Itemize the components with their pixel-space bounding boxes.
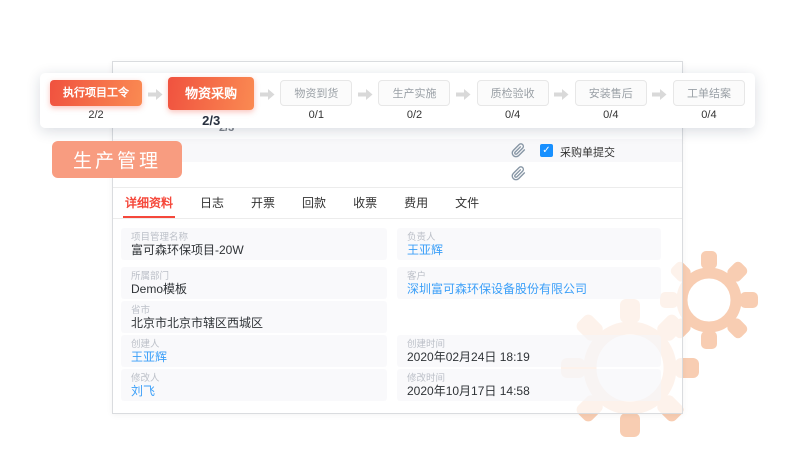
step-button[interactable]: 物资采购 — [168, 77, 254, 110]
step-count: 2/2 — [88, 109, 103, 121]
step-installation-aftersales[interactable]: 安装售后 0/4 — [575, 80, 647, 121]
step-count: 0/4 — [701, 109, 716, 121]
step-count: 0/4 — [603, 109, 618, 121]
field-label: 创建人 — [131, 339, 377, 350]
arrow-right-icon — [148, 88, 163, 106]
attachment-row: 采购单提交 — [113, 139, 682, 162]
step-count: 0/2 — [407, 109, 422, 121]
step-button[interactable]: 生产实施 — [378, 80, 450, 106]
field-label: 修改人 — [131, 373, 377, 384]
modifier-link[interactable]: 刘飞 — [131, 384, 377, 399]
field-project-name: 项目管理名称 富可森环保项目-20W — [121, 228, 387, 260]
step-material-purchase[interactable]: 物资采购 2/3 — [168, 77, 254, 128]
field-label: 所属部门 — [131, 271, 377, 282]
arrow-right-icon — [554, 88, 569, 106]
tab-bar: 详细资料 日志 开票 回款 收票 费用 文件 — [113, 188, 682, 219]
field-label: 项目管理名称 — [131, 232, 377, 243]
tab-payment[interactable]: 回款 — [300, 188, 328, 218]
field-label: 创建时间 — [407, 339, 651, 350]
tab-details[interactable]: 详细资料 — [123, 188, 175, 218]
step-button[interactable]: 质检验收 — [477, 80, 549, 106]
arrow-right-icon — [260, 88, 275, 106]
tab-log[interactable]: 日志 — [198, 188, 226, 218]
arrow-right-icon — [358, 88, 373, 106]
field-value: Demo模板 — [131, 282, 377, 297]
step-button[interactable]: 工单结案 — [673, 80, 745, 106]
tab-receipt[interactable]: 收票 — [351, 188, 379, 218]
paperclip-icon[interactable] — [511, 166, 526, 181]
field-value: 富可森环保项目-20W — [131, 243, 377, 258]
field-value: 2020年10月17日 14:58 — [407, 384, 651, 399]
paperclip-icon[interactable] — [511, 143, 526, 158]
field-created-time: 创建时间 2020年02月24日 18:19 — [397, 335, 661, 367]
step-button[interactable]: 物资到货 — [280, 80, 352, 106]
field-region: 省市 北京市北京市辖区西城区 — [121, 301, 387, 333]
production-management-badge: 生产管理 — [52, 141, 182, 178]
step-material-arrival[interactable]: 物资到货 0/1 — [280, 80, 352, 121]
step-count: 0/4 — [505, 109, 520, 121]
customer-link[interactable]: 深圳富可森环保设备股份有限公司 — [407, 282, 651, 297]
field-value: 2020年02月24日 18:19 — [407, 350, 651, 365]
step-button[interactable]: 执行项目工令 — [50, 80, 142, 106]
arrow-right-icon — [456, 88, 471, 106]
tab-invoice[interactable]: 开票 — [249, 188, 277, 218]
field-owner: 负责人 王亚辉 — [397, 228, 661, 260]
field-department: 所属部门 Demo模板 — [121, 267, 387, 299]
step-execute-work-order[interactable]: 执行项目工令 2/2 — [50, 80, 142, 121]
field-label: 负责人 — [407, 232, 651, 243]
step-count: 2/3 — [202, 113, 220, 128]
tab-files[interactable]: 文件 — [453, 188, 481, 218]
creator-link[interactable]: 王亚辉 — [131, 350, 377, 365]
step-button[interactable]: 安装售后 — [575, 80, 647, 106]
step-count: 0/1 — [309, 109, 324, 121]
field-label: 修改时间 — [407, 373, 651, 384]
step-production[interactable]: 生产实施 0/2 — [378, 80, 450, 121]
purchase-submit-label: 采购单提交 — [560, 144, 615, 160]
step-quality-inspection[interactable]: 质检验收 0/4 — [477, 80, 549, 121]
purchase-submit-checkbox[interactable] — [540, 144, 553, 157]
arrow-right-icon — [652, 88, 667, 106]
attachment-row — [113, 162, 682, 185]
owner-link[interactable]: 王亚辉 — [407, 243, 651, 258]
field-modifier: 修改人 刘飞 — [121, 369, 387, 401]
tab-expense[interactable]: 费用 — [402, 188, 430, 218]
field-customer: 客户 深圳富可森环保设备股份有限公司 — [397, 267, 661, 299]
workflow-stepper: 执行项目工令 2/2 物资采购 2/3 物资到货 0/1 生产实施 0/2 质检 — [40, 73, 755, 128]
field-modified-time: 修改时间 2020年10月17日 14:58 — [397, 369, 661, 401]
step-work-order-close[interactable]: 工单结案 0/4 — [673, 80, 745, 121]
field-value: 北京市北京市辖区西城区 — [131, 316, 377, 331]
field-label: 客户 — [407, 271, 651, 282]
field-label: 省市 — [131, 305, 377, 316]
field-creator: 创建人 王亚辉 — [121, 335, 387, 367]
page: 2/3 采购单提交 详细资料 日志 开票 回款 收票 费用 — [0, 0, 792, 459]
